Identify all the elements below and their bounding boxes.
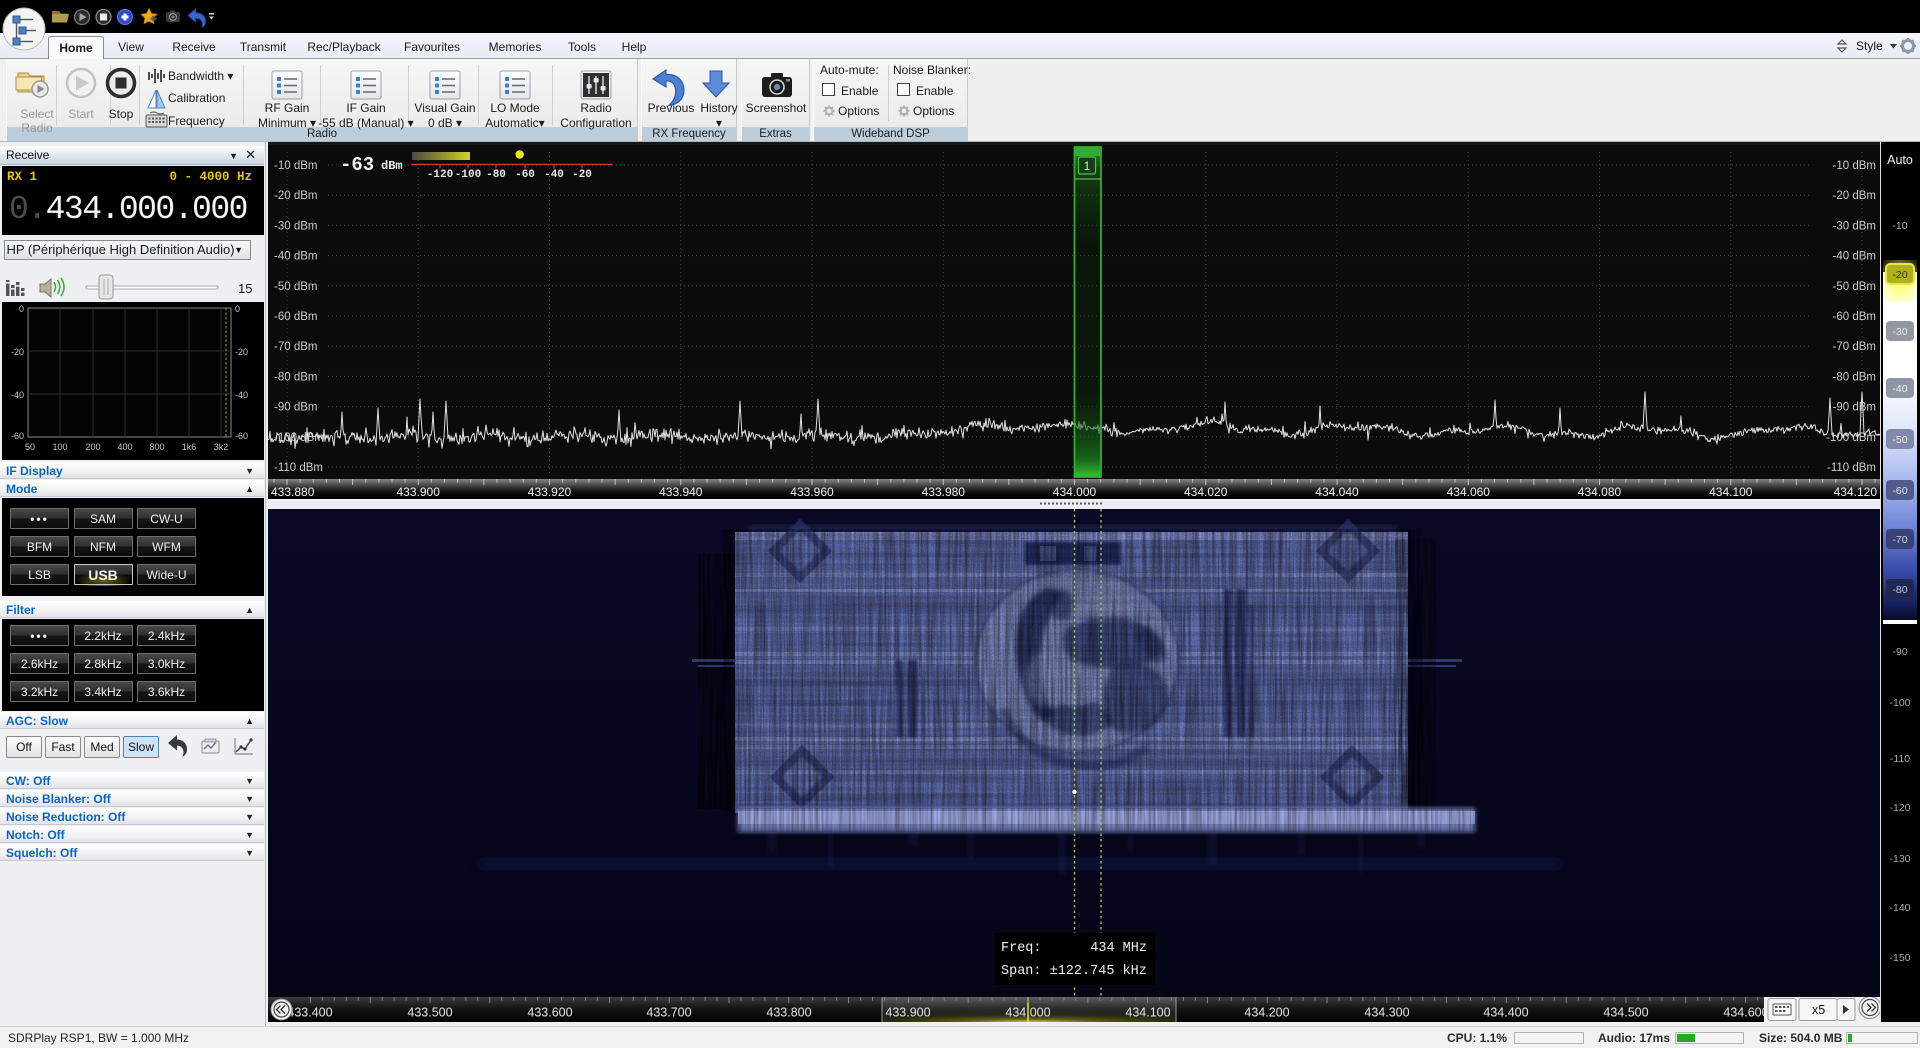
svg-text:-20 dBm: -20 dBm	[274, 190, 317, 202]
svg-text:-60: -60	[515, 169, 535, 181]
svg-text:-90 dBm: -90 dBm	[274, 402, 317, 414]
svg-text:433.880: 433.880	[271, 485, 315, 499]
svg-text:433.600: 433.600	[527, 1006, 572, 1020]
svg-text:433.960: 433.960	[790, 485, 834, 499]
svg-text:1: 1	[1084, 161, 1090, 173]
svg-text:-30: -30	[1892, 326, 1907, 338]
svg-text:-70 dBm: -70 dBm	[274, 341, 317, 353]
svg-text:-110 dBm: -110 dBm	[274, 462, 323, 474]
svg-text:-40 dBm: -40 dBm	[274, 251, 317, 263]
svg-text:434.400: 434.400	[1483, 1006, 1528, 1020]
svg-text:434.120: 434.120	[1834, 485, 1878, 499]
svg-text:-80 dBm: -80 dBm	[274, 371, 317, 383]
svg-text:50: 50	[25, 442, 35, 452]
svg-text:Freq:: Freq:	[1001, 941, 1042, 956]
svg-text:-60: -60	[1892, 485, 1907, 497]
svg-text:434.100: 434.100	[1125, 1006, 1170, 1020]
svg-text:434.020: 434.020	[1184, 485, 1228, 499]
svg-text:-80: -80	[486, 169, 506, 181]
svg-text:434.080: 434.080	[1578, 485, 1622, 499]
svg-text:433.900: 433.900	[397, 485, 441, 499]
svg-text:-10 dBm: -10 dBm	[1833, 160, 1876, 172]
svg-text:-30 dBm: -30 dBm	[274, 220, 317, 232]
svg-text:-100 dBm: -100 dBm	[1826, 432, 1876, 444]
svg-text:-30 dBm: -30 dBm	[1833, 220, 1876, 232]
svg-text:-110: -110	[1890, 753, 1910, 765]
svg-text:434.000: 434.000	[1053, 485, 1097, 499]
svg-text:-110 dBm: -110 dBm	[1827, 462, 1876, 474]
svg-text:-50 dBm: -50 dBm	[274, 281, 317, 293]
svg-text:0: 0	[235, 304, 240, 314]
svg-text:433.700: 433.700	[646, 1006, 691, 1020]
svg-text:-60 dBm: -60 dBm	[274, 311, 317, 323]
svg-text:-20: -20	[11, 347, 24, 357]
svg-text:-60: -60	[11, 431, 24, 441]
svg-text:433.400: 433.400	[287, 1006, 332, 1020]
svg-text:-120: -120	[1889, 802, 1910, 814]
svg-text:dBm: dBm	[381, 159, 403, 173]
svg-text:434.600: 434.600	[1723, 1006, 1768, 1020]
svg-text:x5: x5	[1812, 1003, 1825, 1017]
svg-text:Span: ±122.745 kHz: Span: ±122.745 kHz	[1001, 964, 1147, 979]
svg-text:434.000: 434.000	[1005, 1006, 1050, 1020]
svg-text:Auto: Auto	[1887, 153, 1913, 167]
svg-text:-40: -40	[544, 169, 564, 181]
svg-text:15: 15	[238, 281, 252, 296]
svg-text:-60 dBm: -60 dBm	[1833, 311, 1876, 323]
svg-text:434.300: 434.300	[1364, 1006, 1409, 1020]
svg-text:434 MHz: 434 MHz	[1090, 941, 1147, 956]
svg-text:100: 100	[52, 442, 67, 452]
svg-text:-150: -150	[1889, 952, 1910, 964]
svg-text:-40: -40	[1892, 383, 1907, 395]
svg-text:-130: -130	[1889, 853, 1910, 865]
svg-text:433.920: 433.920	[528, 485, 572, 499]
svg-text:433.500: 433.500	[407, 1006, 452, 1020]
svg-text:-100: -100	[455, 169, 481, 181]
svg-text:-70 dBm: -70 dBm	[1833, 341, 1876, 353]
svg-text:-40: -40	[11, 390, 24, 400]
svg-text:-90: -90	[1892, 646, 1907, 658]
svg-text:-60: -60	[235, 431, 248, 441]
svg-text:3k2: 3k2	[214, 442, 229, 452]
svg-text:-100: -100	[1889, 697, 1910, 709]
svg-text:434.200: 434.200	[1244, 1006, 1289, 1020]
svg-text:434.040: 434.040	[1315, 485, 1359, 499]
svg-text:-140: -140	[1889, 902, 1910, 914]
svg-text:-50: -50	[1892, 434, 1907, 446]
svg-text:-20: -20	[1892, 269, 1907, 281]
svg-text:-10 dBm: -10 dBm	[274, 160, 317, 172]
svg-text:434.100: 434.100	[1709, 485, 1753, 499]
svg-text:434.060: 434.060	[1447, 485, 1491, 499]
svg-text:-40 dBm: -40 dBm	[1833, 251, 1876, 263]
svg-text:200: 200	[85, 442, 100, 452]
svg-text:-120: -120	[427, 169, 453, 181]
svg-text:-10: -10	[1892, 220, 1907, 232]
svg-text:433.980: 433.980	[922, 485, 966, 499]
svg-text:433.940: 433.940	[659, 485, 703, 499]
svg-text:-40: -40	[235, 390, 248, 400]
svg-text:-80: -80	[1892, 584, 1907, 596]
svg-text:433.900: 433.900	[885, 1006, 930, 1020]
svg-text:1k6: 1k6	[182, 442, 197, 452]
svg-text:-63: -63	[340, 154, 374, 176]
svg-text:Style: Style	[1856, 39, 1883, 53]
svg-text:434.500: 434.500	[1603, 1006, 1648, 1020]
svg-text:-20 dBm: -20 dBm	[1833, 190, 1876, 202]
svg-text:-50 dBm: -50 dBm	[1833, 281, 1876, 293]
svg-text:433.800: 433.800	[766, 1006, 811, 1020]
svg-text:-80 dBm: -80 dBm	[1833, 371, 1876, 383]
svg-text:400: 400	[117, 442, 132, 452]
svg-text:-70: -70	[1892, 534, 1907, 546]
svg-text:-20: -20	[235, 347, 248, 357]
svg-text:800: 800	[149, 442, 164, 452]
svg-text:-90 dBm: -90 dBm	[1833, 402, 1876, 414]
svg-text:-20: -20	[572, 169, 592, 181]
svg-text:0: 0	[19, 304, 24, 314]
